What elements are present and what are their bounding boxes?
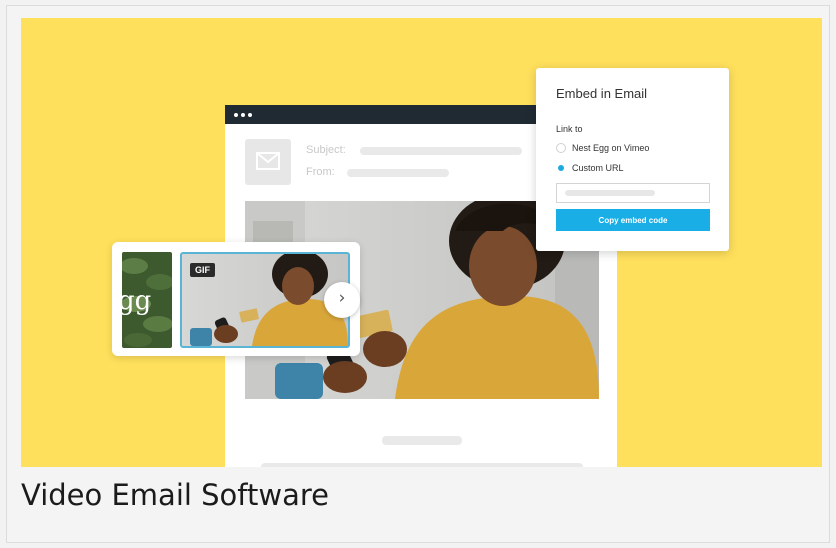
article-caption[interactable]: Video Email Software bbox=[21, 478, 329, 512]
radio-label-nest-egg: Nest Egg on Vimeo bbox=[572, 143, 650, 153]
subject-label: Subject: bbox=[306, 144, 346, 156]
logo-fragment: gg bbox=[122, 286, 152, 316]
from-label: From: bbox=[306, 166, 335, 178]
radio-custom-url[interactable] bbox=[556, 163, 566, 173]
gif-thumbnail-carousel: gg GIF bbox=[112, 242, 360, 356]
hero-illustration: Subject: From: gg GIF › Embed in Email L… bbox=[21, 18, 822, 467]
link-to-label: Link to bbox=[556, 124, 583, 134]
radio-nest-egg[interactable] bbox=[556, 143, 566, 153]
embed-in-email-panel: Embed in Email Link to Nest Egg on Vimeo… bbox=[536, 68, 729, 251]
custom-url-input[interactable] bbox=[556, 183, 710, 203]
chevron-right-icon: › bbox=[338, 288, 346, 308]
leaf-thumbnail[interactable]: gg bbox=[122, 252, 172, 348]
panel-title: Embed in Email bbox=[556, 86, 648, 101]
gif-badge: GIF bbox=[190, 263, 215, 277]
window-dot-icon bbox=[241, 113, 245, 117]
next-arrow-button[interactable]: › bbox=[324, 282, 360, 318]
window-dot-icon bbox=[234, 113, 238, 117]
copy-embed-code-button[interactable]: Copy embed code bbox=[556, 209, 710, 231]
play-caption-placeholder bbox=[382, 436, 462, 445]
envelope-icon bbox=[245, 139, 291, 185]
subject-placeholder-bar bbox=[360, 147, 522, 155]
from-placeholder-bar bbox=[347, 169, 449, 177]
window-dot-icon bbox=[248, 113, 252, 117]
radio-label-custom-url: Custom URL bbox=[572, 163, 624, 173]
body-text-placeholder bbox=[261, 463, 583, 467]
